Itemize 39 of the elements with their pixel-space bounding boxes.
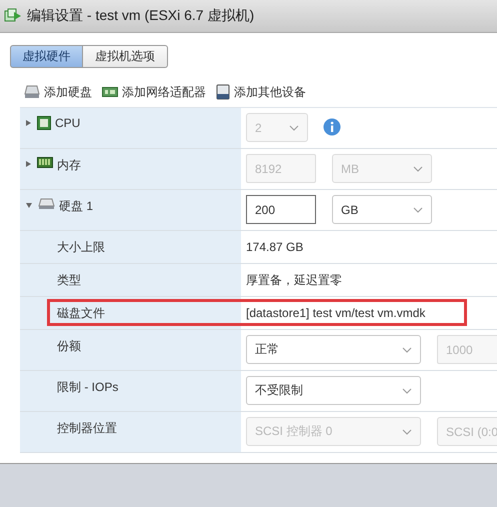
expand-toggle[interactable]	[26, 161, 31, 167]
device-label: CPU	[55, 116, 80, 130]
chevron-down-icon	[402, 346, 412, 352]
chevron-down-icon	[413, 206, 423, 212]
device-label: 内存	[57, 157, 81, 174]
toolbar-button[interactable]: 添加网络适配器	[102, 84, 206, 100]
dropdown[interactable]: 正常	[246, 335, 421, 364]
info-icon[interactable]	[323, 118, 341, 136]
dropdown[interactable]: 不受限制	[246, 376, 421, 405]
vm-icon	[4, 8, 22, 24]
chip-icon	[37, 116, 51, 130]
toolbar-button[interactable]: 添加其他设备	[216, 84, 306, 100]
memory-module-icon	[37, 157, 53, 168]
device-icon	[216, 84, 230, 100]
property-label: 限制 - IOPs	[57, 379, 118, 396]
property-value: [datastore1] test vm/test vm.vmdk	[246, 306, 426, 320]
network-card-icon	[102, 87, 118, 97]
property-label: 份额	[57, 338, 81, 355]
chevron-down-icon	[413, 166, 423, 172]
property-label: 磁盘文件	[57, 305, 105, 322]
window-title: 编辑设置 - test vm (ESXi 6.7 虚拟机)	[27, 7, 254, 25]
property-label: 控制器位置	[57, 420, 117, 437]
toolbar-button[interactable]: 添加硬盘	[24, 84, 92, 100]
hard-disk-icon	[24, 85, 40, 99]
property-value: 174.87 GB	[246, 240, 304, 254]
hard-disk-icon	[38, 198, 55, 210]
property-value: 厚置备，延迟置零	[246, 272, 342, 288]
chevron-down-icon	[289, 124, 299, 130]
expand-toggle[interactable]	[26, 203, 32, 208]
property-label: 大小上限	[57, 239, 105, 256]
device-label: 硬盘 1	[59, 198, 94, 215]
tab[interactable]: 虚拟硬件	[10, 45, 83, 68]
expand-toggle[interactable]	[26, 120, 31, 126]
dropdown[interactable]: GB	[332, 195, 432, 224]
input-field[interactable]: 200	[246, 195, 316, 224]
chevron-down-icon	[402, 428, 412, 434]
chevron-down-icon	[402, 388, 412, 394]
tab[interactable]: 虚拟机选项	[83, 45, 168, 68]
property-label: 类型	[57, 272, 81, 289]
